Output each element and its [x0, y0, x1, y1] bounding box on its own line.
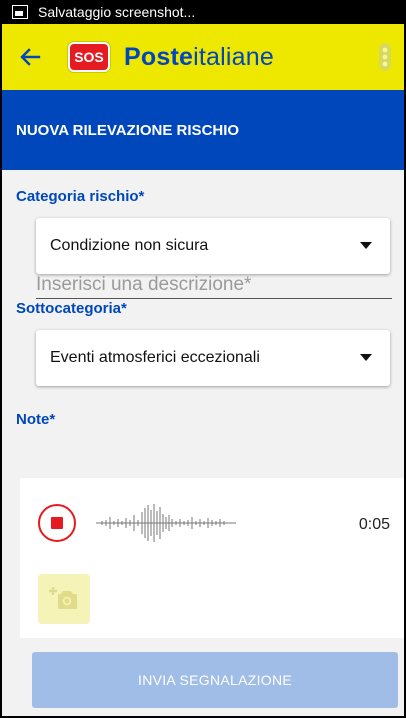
submit-report-button[interactable]: INVIA SEGNALAZIONE [32, 652, 398, 708]
app-screen: Salvataggio screenshot... SOS Posteitali… [0, 0, 406, 718]
brand-logo: Posteitaliane [124, 43, 274, 72]
record-stop-button[interactable] [38, 504, 76, 542]
waveform-graphic [96, 504, 236, 542]
status-text: Salvataggio screenshot... [38, 4, 196, 20]
sottocategoria-value: Eventi atmosferici eccezionali [50, 349, 260, 366]
note-label: Note* [16, 411, 56, 428]
recording-timer: 0:05 [358, 516, 390, 533]
sos-logo: SOS [68, 42, 110, 72]
chevron-down-icon [360, 354, 372, 361]
screenshot-icon [12, 5, 28, 19]
page-title: NUOVA RILEVAZIONE RISCHIO [2, 90, 404, 170]
arrow-left-icon [20, 48, 41, 66]
form-area: Categoria rischio* Condizione non sicura… [2, 170, 404, 480]
categoria-select[interactable]: Condizione non sicura [36, 218, 390, 274]
back-button[interactable] [2, 24, 58, 90]
note-input[interactable] [36, 271, 392, 299]
sottocategoria-select[interactable]: Eventi atmosferici eccezionali [36, 330, 390, 386]
app-bar: SOS Posteitaliane [2, 24, 404, 90]
audio-recorder-card: 0:05 [20, 478, 404, 638]
categoria-value: Condizione non sicura [50, 237, 209, 254]
traffic-light-icon [379, 43, 391, 71]
brand-bold: Poste [124, 42, 194, 71]
add-photo-icon [49, 587, 77, 609]
stop-record-icon [51, 517, 63, 529]
sottocategoria-label: Sottocategoria* [16, 300, 127, 317]
brand-regular: italiane [193, 42, 274, 71]
system-status-bar: Salvataggio screenshot... [2, 0, 404, 24]
categoria-label: Categoria rischio* [16, 188, 145, 205]
chevron-down-icon [360, 242, 372, 249]
add-photo-button[interactable] [38, 574, 90, 624]
